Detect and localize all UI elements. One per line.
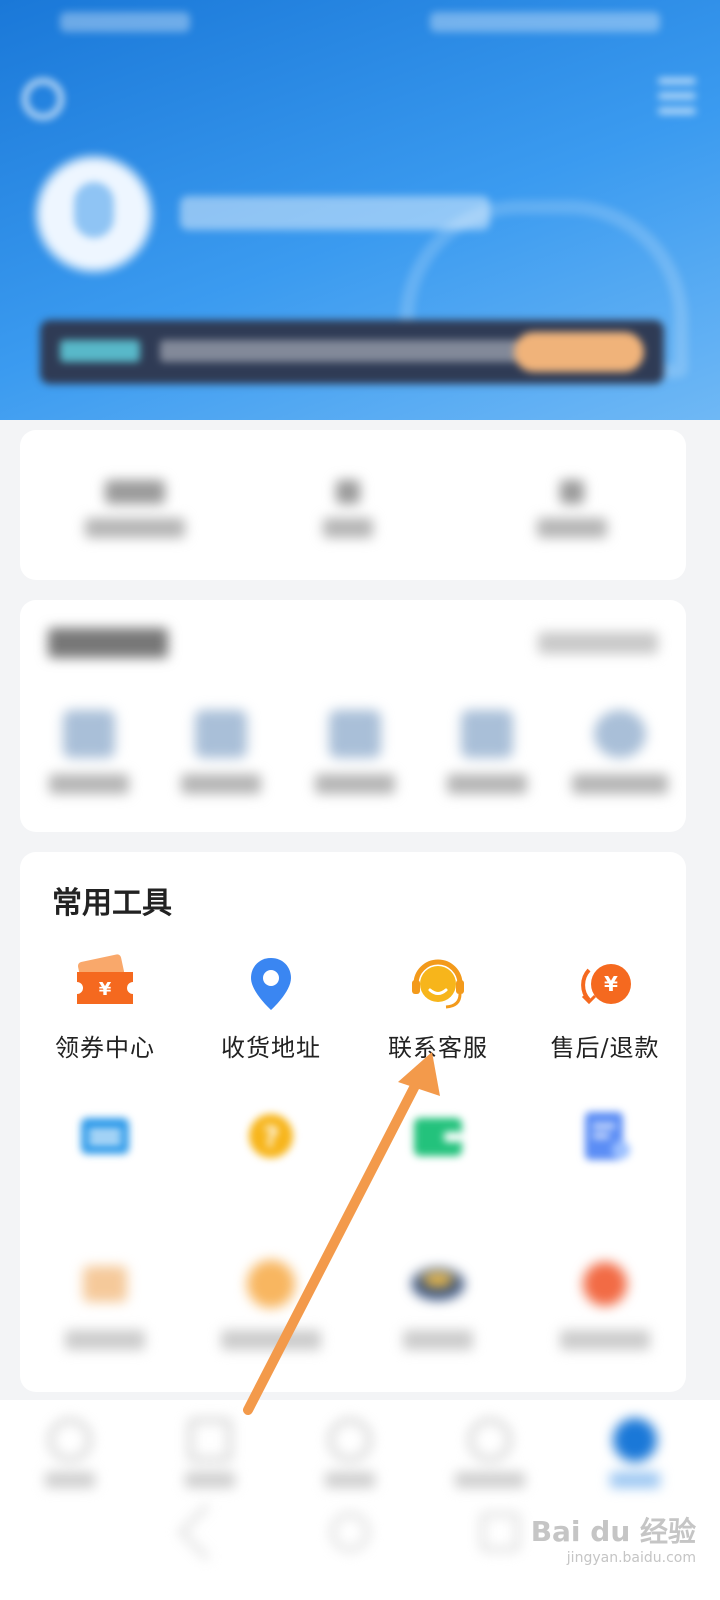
promo-logo (60, 340, 140, 362)
tool-item[interactable] (520, 1252, 690, 1350)
bottom-nav (0, 1400, 720, 1600)
nav-item[interactable] (20, 1418, 120, 1488)
profile-header (0, 0, 720, 420)
greeting-text (180, 196, 490, 230)
status-bar (60, 10, 660, 36)
stat-item[interactable] (75, 480, 195, 538)
tool-label: 联系客服 (388, 1034, 488, 1062)
home-icon[interactable] (330, 1512, 370, 1552)
tool-label: 收货地址 (221, 1034, 321, 1062)
tool-label: 售后/退款 (550, 1034, 660, 1062)
tool-item[interactable] (20, 1252, 190, 1350)
tool-shipping-address[interactable]: 收货地址 (186, 952, 356, 1063)
order-status-item[interactable] (565, 710, 675, 794)
stats-card (20, 430, 686, 580)
refund-icon: ¥ (573, 952, 637, 1016)
baidu-jingyan-watermark: Bai du 经验 jingyan.baidu.com (531, 1510, 696, 1566)
tool-coupon-center[interactable]: ¥ 领券中心 (20, 952, 190, 1063)
status-left-indicators (60, 12, 190, 32)
svg-text:¥: ¥ (99, 979, 112, 1000)
settings-icon[interactable] (22, 78, 64, 120)
tool-contact-support[interactable]: 联系客服 (353, 952, 523, 1063)
view-all-orders-link[interactable] (538, 632, 658, 654)
invoice-icon (73, 1104, 137, 1168)
menu-icon[interactable] (658, 78, 696, 118)
wallet-icon (406, 1104, 470, 1168)
nav-item[interactable] (160, 1418, 260, 1488)
promo-button[interactable] (514, 332, 644, 372)
tool-after-sales-refund[interactable]: ¥ 售后/退款 (520, 952, 690, 1063)
nav-item[interactable] (440, 1418, 540, 1488)
tools-title: 常用工具 (52, 886, 172, 921)
help-icon: ? (239, 1104, 303, 1168)
order-status-item[interactable] (300, 710, 410, 794)
svg-text:¥: ¥ (604, 972, 618, 996)
recents-icon[interactable] (480, 1512, 520, 1552)
orders-card (20, 600, 686, 832)
watermark-brand: Bai du 经验 (530, 1515, 696, 1548)
order-status-item[interactable] (432, 710, 542, 794)
tool-item[interactable] (186, 1252, 356, 1350)
tool-item[interactable] (353, 1104, 523, 1208)
nav-item[interactable] (300, 1418, 400, 1488)
tool-item[interactable] (353, 1252, 523, 1350)
avatar[interactable] (40, 160, 148, 268)
watermark-domain: jingyan.baidu.com (566, 1550, 696, 1566)
promo-text (160, 340, 520, 362)
nav-item-active[interactable] (585, 1418, 685, 1488)
tool-item[interactable] (20, 1104, 190, 1208)
stat-item[interactable] (288, 480, 408, 538)
certificate-icon (573, 1104, 637, 1168)
order-status-item[interactable] (166, 710, 276, 794)
order-status-item[interactable] (34, 710, 144, 794)
promo-banner[interactable] (40, 320, 664, 384)
tools-card: 常用工具 ¥ 领券中心 收货地址 联系客服 ¥ 售后/退款 ? (20, 852, 686, 1392)
svg-text:?: ? (263, 1120, 279, 1153)
tool-item[interactable] (520, 1104, 690, 1208)
location-pin-icon (239, 952, 303, 1016)
tool-label: 领券中心 (55, 1034, 155, 1062)
tool-item[interactable]: ? (186, 1104, 356, 1208)
status-right-indicators (430, 12, 660, 32)
orders-title (48, 628, 168, 658)
coupon-icon: ¥ (73, 952, 137, 1016)
headset-icon (406, 952, 470, 1016)
stat-item[interactable] (512, 480, 632, 538)
